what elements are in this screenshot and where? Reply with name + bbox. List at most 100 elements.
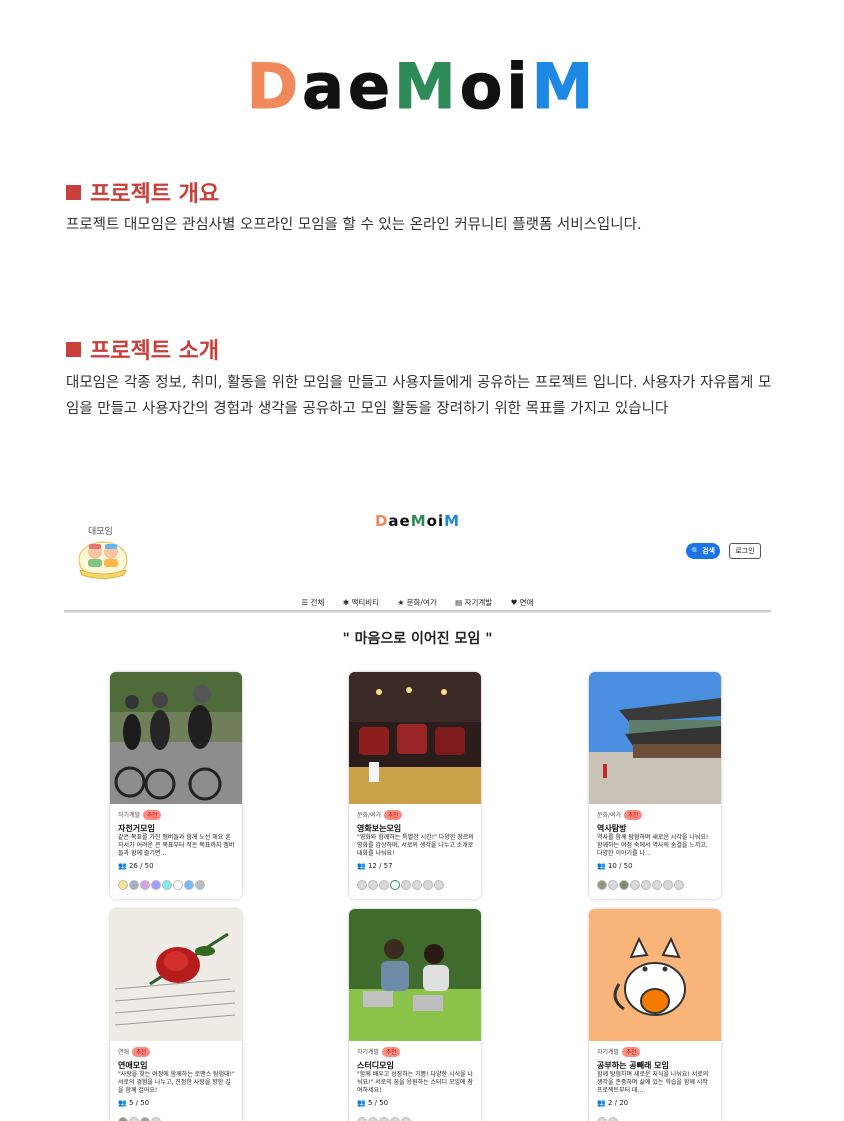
intro-title: 프로젝트 소개 — [90, 339, 220, 364]
avatar — [401, 1117, 411, 1121]
meetup-card[interactable]: 자기계발 추천 자전거모임 같은 목표를 가진 멤버들과 함께 노선 해요 혼자서… — [110, 672, 242, 899]
card-title: 자전거모임 — [118, 824, 155, 833]
cycling-photo — [110, 672, 242, 804]
card-category: 문화/여가 추천 — [597, 810, 643, 820]
avatar — [118, 1117, 128, 1121]
avatar — [423, 880, 433, 890]
avatar — [140, 880, 150, 890]
member-avatars — [118, 1112, 162, 1121]
square-bullet-icon — [66, 342, 81, 357]
card-title: 공부하는 공빼래 모임 — [597, 1061, 669, 1070]
card-description: "영화와 함께하는 특별한 시간!" 다양한 장르의 영화를 감상하며, 서로의… — [357, 834, 474, 857]
people-icon: 👥 — [118, 1099, 129, 1107]
member-count: 👥 26 / 50 — [118, 862, 154, 870]
avatar — [401, 880, 411, 890]
avatar — [368, 1117, 378, 1121]
avatar — [608, 1117, 618, 1121]
people-icon: 👥 — [597, 1099, 608, 1107]
nav-item-culture[interactable]: ★ 문화/여가 — [397, 598, 436, 607]
member-avatars — [357, 875, 445, 894]
nav-divider — [64, 610, 771, 613]
avatar — [597, 1117, 607, 1121]
app-screenshot: DaeMoiM 대모임 🔍 검색 로그인 ☰ 전체 ✱ 액티비티 ★ 문화/여가… — [64, 502, 771, 1121]
avatar — [129, 880, 139, 890]
nav-item-activity[interactable]: ✱ 액티비티 — [343, 598, 379, 607]
logo-letter: M — [394, 50, 460, 123]
member-count: 👥 12 / 57 — [357, 862, 393, 870]
recommend-badge: 추천 — [624, 810, 643, 820]
avatar — [379, 1117, 389, 1121]
meetup-card[interactable]: 문화/여가 추천 영화보는모임 "영화와 함께하는 특별한 시간!" 다양한 장르… — [349, 672, 481, 899]
nav-item-self-dev[interactable]: ▤ 자기계발 — [455, 598, 492, 607]
meetup-card[interactable]: 문화/여가 추천 역사탐방 역사를 함께 탐험하며 새로운 시각을 나눠요! 함께… — [589, 672, 721, 899]
logo-letter: a — [302, 50, 348, 123]
avatar — [140, 1117, 150, 1121]
avatar — [195, 880, 205, 890]
nav-item-all[interactable]: ☰ 전체 — [302, 598, 325, 607]
meetup-card[interactable]: 자기계발 추천 스터디모임 "함께 배우고 성장하는 기쁨! 다양한 시식을 나눠… — [349, 909, 481, 1121]
logo-letter: D — [246, 50, 303, 123]
people-icon: 👥 — [357, 1099, 368, 1107]
login-button[interactable]: 로그인 — [729, 543, 761, 559]
card-title: 영화보는모임 — [357, 824, 402, 833]
avatar — [663, 880, 673, 890]
overview-heading: 프로젝트 개요 — [66, 176, 219, 208]
avatar — [151, 880, 161, 890]
card-category: 자기계발 추천 — [597, 1047, 641, 1057]
avatar — [641, 880, 651, 890]
logo-letter: i — [506, 50, 532, 123]
cat-illustration — [589, 909, 721, 1041]
avatar — [173, 880, 183, 890]
avatar — [434, 880, 444, 890]
member-avatars — [597, 1112, 619, 1121]
avatar — [357, 1117, 367, 1121]
card-category: 문화/여가 추천 — [357, 810, 403, 820]
avatar — [184, 880, 194, 890]
logo-letter: M — [531, 50, 598, 123]
overview-title: 프로젝트 개요 — [90, 182, 220, 207]
avatar — [652, 880, 662, 890]
avatar — [357, 880, 367, 890]
app-header: DaeMoiM 대모임 🔍 검색 로그인 ☰ 전체 ✱ 액티비티 ★ 문화/여가… — [64, 502, 771, 610]
avatar — [597, 880, 607, 890]
people-icon: 👥 — [597, 862, 608, 870]
mascot-logo-icon[interactable] — [74, 522, 132, 582]
avatar — [412, 880, 422, 890]
people-icon: 👥 — [118, 862, 129, 870]
recommend-badge: 추천 — [132, 1047, 151, 1057]
recommend-badge: 추천 — [382, 1047, 401, 1057]
avatar — [390, 880, 400, 890]
member-avatars — [357, 1112, 412, 1121]
card-title: 스터디모임 — [357, 1061, 394, 1070]
card-description: 함께 탐험하며 새로운 지식을 나눠요! 서로의 생각을 존중하며 삶에 있는 … — [597, 1071, 709, 1094]
recommend-badge: 추천 — [384, 810, 403, 820]
palace-photo — [589, 672, 721, 804]
card-category: 연애 추천 — [118, 1047, 151, 1057]
avatar — [619, 880, 629, 890]
nav-item-dating[interactable]: ♥ 연애 — [511, 598, 534, 607]
card-title: 연애모임 — [118, 1061, 148, 1070]
card-description: 같은 목표를 가진 멤버들과 함께 노선 해요 혼자서가 어려운 큰 목표부터 … — [118, 834, 235, 857]
avatar — [368, 880, 378, 890]
member-count: 👥 5 / 50 — [357, 1099, 389, 1107]
square-bullet-icon — [66, 185, 81, 200]
search-button[interactable]: 🔍 검색 — [686, 543, 720, 559]
avatar — [630, 880, 640, 890]
avatar — [674, 880, 684, 890]
avatar — [129, 1117, 139, 1121]
intro-heading: 프로젝트 소개 — [66, 333, 219, 365]
member-count: 👥 5 / 50 — [118, 1099, 150, 1107]
member-count: 👥 2 / 20 — [597, 1099, 629, 1107]
meetup-card[interactable]: 자기계발 추천 공부하는 공빼래 모임 함께 탐험하며 새로운 지식을 나눠요! … — [589, 909, 721, 1121]
overview-text: 프로젝트 대모임은 관심사별 오프라인 모임을 할 수 있는 온라인 커뮤니티 … — [66, 217, 642, 233]
avatar — [118, 880, 128, 890]
card-description: "함께 배우고 성장하는 기쁨! 다양한 시식을 나눠요!" 서로의 꿈을 응원… — [357, 1071, 473, 1094]
card-category: 자기계발 추천 — [357, 1047, 401, 1057]
app-logo: DaeMoiM — [374, 512, 461, 530]
meetup-card[interactable]: 연애 추천 연애모임 "사랑을 찾는 여정에 함께하는 로맨스 탐험대!" 서로의… — [110, 909, 242, 1121]
cinema-photo — [349, 672, 481, 804]
rose-letter-photo — [110, 909, 242, 1041]
card-description: "사랑을 찾는 여정에 함께하는 로맨스 탐험대!" 서로의 경험을 나누고, … — [118, 1071, 235, 1094]
avatar — [162, 880, 172, 890]
intro-text: 대모임은 각종 정보, 취미, 활동을 위한 모임을 만들고 사용자들에게 공유… — [66, 375, 772, 417]
